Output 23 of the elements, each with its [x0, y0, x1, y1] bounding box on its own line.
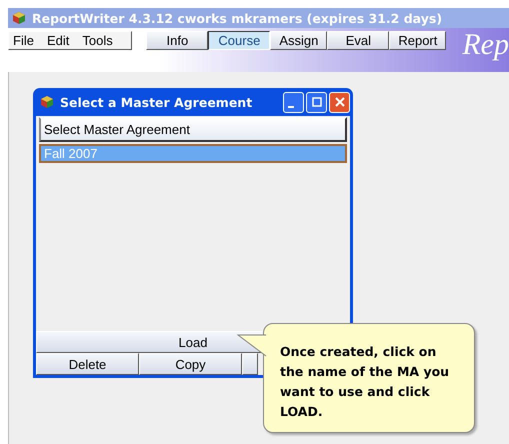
- menu-item[interactable]: Edit: [46, 33, 70, 48]
- cube-icon: [40, 95, 54, 109]
- dialog-button[interactable]: Delete: [36, 353, 139, 375]
- tab[interactable]: Assign: [270, 31, 328, 50]
- menu-item[interactable]: File: [13, 33, 34, 48]
- menu-item[interactable]: Tools: [82, 33, 113, 48]
- minimize-button[interactable]: [283, 92, 304, 112]
- banner-text: Rep: [462, 31, 509, 59]
- tab[interactable]: Info: [146, 31, 208, 50]
- dialog-title: Select a Master Agreement: [60, 94, 254, 110]
- tab[interactable]: Course: [208, 31, 270, 50]
- list-header: Select Master Agreement: [39, 117, 347, 142]
- window-title: ReportWriter 4.3.12 cworks mkramers (expires 31.2 days): [32, 10, 442, 26]
- close-icon: [334, 97, 344, 107]
- minimize-icon: [288, 106, 294, 108]
- maximize-icon: [312, 97, 322, 107]
- dialog-button[interactable]: Copy: [139, 353, 242, 375]
- tab[interactable]: Report: [389, 31, 446, 50]
- close-button[interactable]: [329, 92, 350, 112]
- dialog-button[interactable]: [242, 353, 258, 375]
- maximize-button[interactable]: [306, 92, 327, 112]
- cube-icon: [12, 11, 26, 25]
- tab[interactable]: Eval: [327, 31, 390, 50]
